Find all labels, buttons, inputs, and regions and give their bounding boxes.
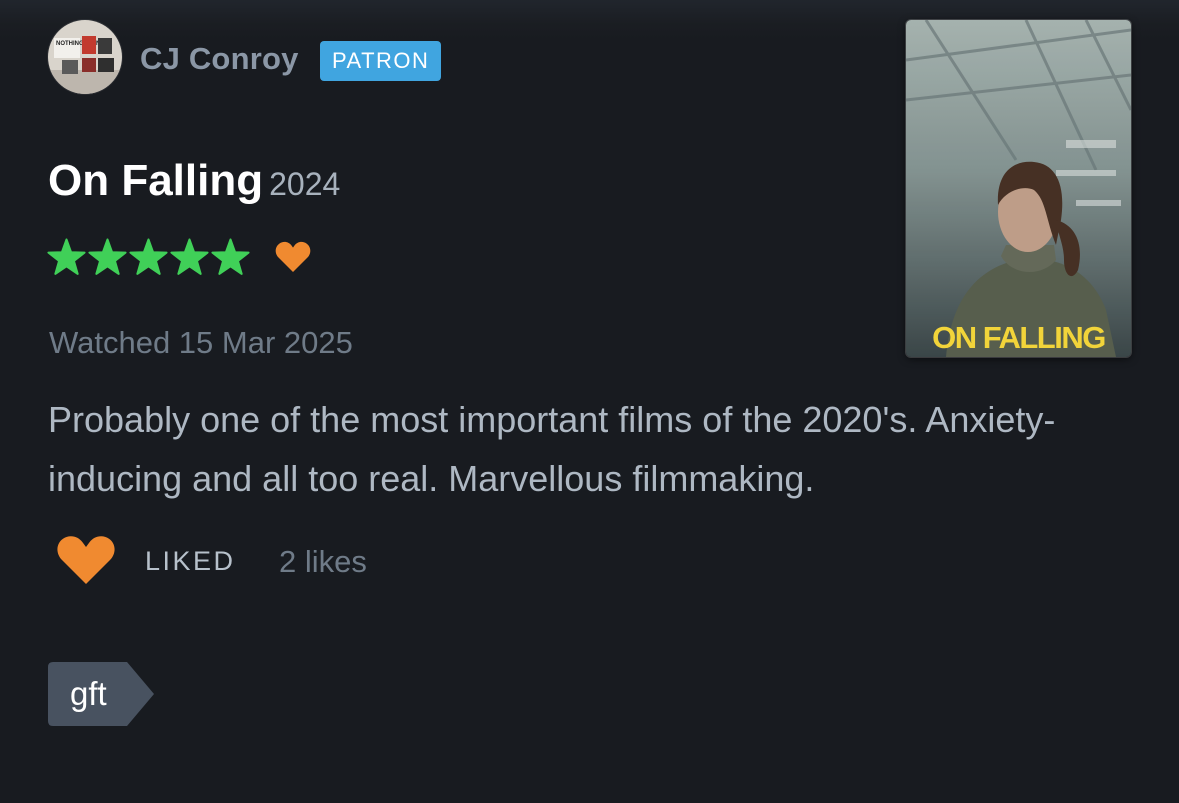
like-button-heart-icon[interactable] [55, 535, 117, 587]
star-icon [88, 238, 127, 275]
tag-gft[interactable]: gft [48, 662, 154, 726]
username[interactable]: CJ Conroy [140, 41, 299, 77]
star-rating [47, 236, 250, 278]
star-icon [211, 238, 250, 275]
star-icon [47, 238, 86, 275]
poster-image [906, 20, 1131, 357]
film-title[interactable]: On Falling [48, 156, 263, 205]
avatar-image: NOTHING DOING [48, 20, 122, 94]
patron-badge: PATRON [320, 41, 442, 81]
star-icon [170, 238, 209, 275]
liked-heart-icon [275, 241, 311, 272]
review-text: Probably one of the most important films… [48, 399, 1056, 499]
poster-title: ON FALLING [932, 320, 1106, 355]
tag-label: gft [70, 675, 107, 712]
film-year[interactable]: 2024 [269, 166, 340, 202]
film-heading: On Falling 2024 [48, 156, 340, 206]
likes-count[interactable]: 2 likes [279, 544, 367, 580]
avatar-text: NOTHING DOING [56, 41, 105, 47]
watched-date: Watched 15 Mar 2025 [49, 325, 353, 360]
star-icon [129, 238, 168, 275]
liked-label[interactable]: LIKED [145, 546, 236, 577]
film-poster[interactable]: ON FALLING [906, 20, 1131, 357]
user-avatar[interactable]: NOTHING DOING [48, 20, 122, 94]
